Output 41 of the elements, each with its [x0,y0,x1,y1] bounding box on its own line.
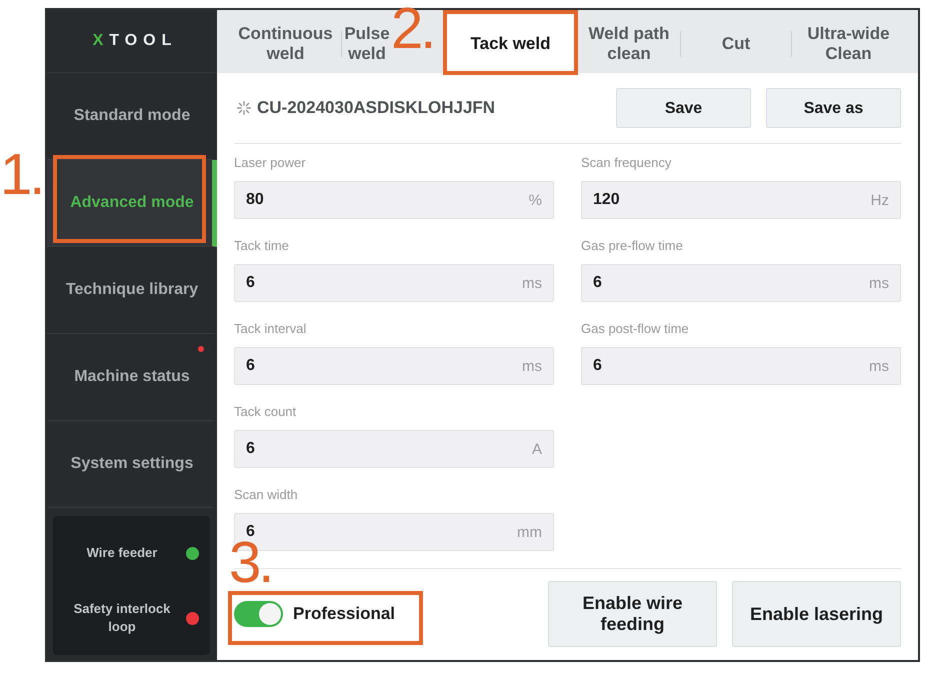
toggle-label: Professional [293,604,396,624]
toggle-switch[interactable] [234,601,283,627]
unit-label: ms [522,358,542,374]
wire-feeding-button[interactable]: Enable wire feeding [548,581,717,647]
input-field[interactable]: 6 ms [581,264,901,302]
lasering-button[interactable]: Enable lasering [732,581,901,647]
field-label: Scan frequency [581,155,672,171]
unit-label: Hz [870,192,889,208]
input-field[interactable]: 6 ms [234,347,554,385]
field-label: Tack count [234,404,298,420]
tab[interactable]: Continuous weld [230,14,341,73]
status-label: Safety interlock loop [72,600,172,636]
input-field[interactable]: 6 ms [234,264,554,302]
field-label: Gas post-flow time [581,321,690,337]
callout-number: 2. [391,6,434,52]
unit-label: ms [869,358,889,374]
field-label: Tack interval [234,321,308,337]
field-label: Scan width [234,487,299,503]
preset-name: CU-2024030ASDISKLOHJJFN [257,98,496,118]
field-label: Laser power [234,155,307,171]
tab[interactable]: Cut [681,14,791,73]
unit-label: % [528,192,542,208]
tab[interactable]: Ultra-wide Clean [792,14,905,73]
tab[interactable]: Pulse weld [342,14,392,73]
unit-label: ms [522,274,542,292]
unit-label: ms [869,274,889,292]
input-field[interactable]: 80 % [234,181,554,219]
input-field[interactable]: 6 ms [581,347,901,385]
tab[interactable]: Weld path clean [578,14,680,73]
input-field[interactable]: 6 A [234,430,554,468]
sidebar-item[interactable]: Advanced mode [47,160,217,247]
save-button[interactable]: Save [616,88,751,128]
field-label: Gas pre-flow time [581,238,684,254]
unit-label: A [532,440,542,458]
spinner-icon [237,101,251,115]
save-as-button[interactable]: Save as [766,88,901,128]
callout-number: 1. [0,152,42,198]
field-label: Tack time [234,238,290,254]
unit-label: mm [517,524,542,540]
status-label: Wire feeder [86,544,158,562]
input-field[interactable]: 120 Hz [581,181,901,219]
